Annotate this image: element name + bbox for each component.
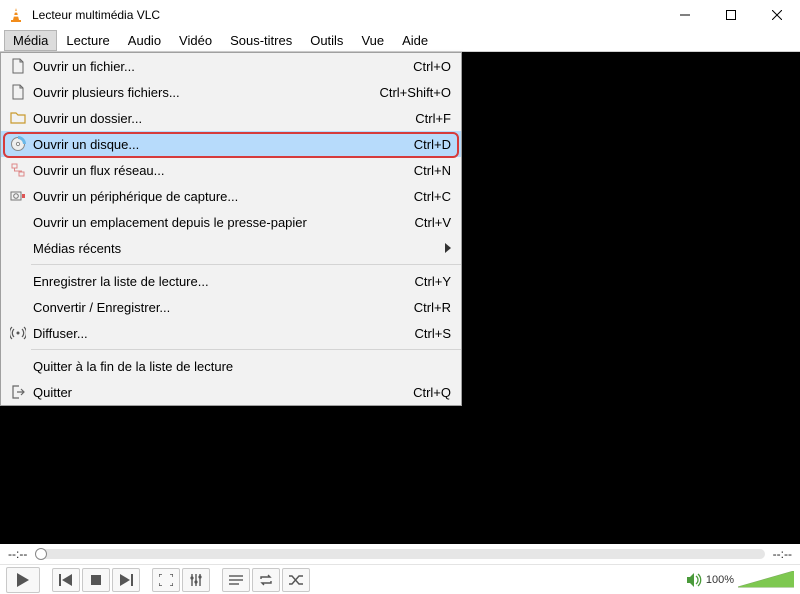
menuitem-shortcut: Ctrl+O (413, 59, 451, 74)
menu-separator (31, 264, 461, 265)
extended-settings-button[interactable] (182, 568, 210, 592)
menuitem-shortcut: Ctrl+N (414, 163, 451, 178)
menuitem-label: Ouvrir plusieurs fichiers... (29, 85, 379, 100)
titlebar: Lecteur multimédia VLC (0, 0, 800, 30)
capture-icon (7, 188, 29, 204)
menuitem-label: Ouvrir un disque... (29, 137, 414, 152)
volume-slider[interactable] (738, 571, 794, 589)
menuitem-label: Enregistrer la liste de lecture... (29, 274, 415, 289)
menu-media[interactable]: Média (4, 30, 57, 51)
seek-slider[interactable] (35, 549, 764, 559)
menuitem-label: Diffuser... (29, 326, 415, 341)
menuitem-open-capture-device[interactable]: Ouvrir un périphérique de capture... Ctr… (1, 183, 461, 209)
menuitem-open-file[interactable]: Ouvrir un fichier... Ctrl+O (1, 53, 461, 79)
menu-sous-titres[interactable]: Sous-titres (221, 30, 301, 51)
quit-icon (7, 384, 29, 400)
menuitem-save-playlist[interactable]: Enregistrer la liste de lecture... Ctrl+… (1, 268, 461, 294)
menuitem-recent-media[interactable]: Médias récents (1, 235, 461, 261)
menuitem-label: Ouvrir un dossier... (29, 111, 415, 126)
network-icon (7, 162, 29, 178)
submenu-arrow-icon (445, 241, 451, 256)
menuitem-label: Quitter (29, 385, 413, 400)
controls: 100% (0, 564, 800, 594)
menuitem-label: Médias récents (29, 241, 451, 256)
menuitem-label: Quitter à la fin de la liste de lecture (29, 359, 451, 374)
menuitem-shortcut: Ctrl+C (414, 189, 451, 204)
menuitem-open-from-clipboard[interactable]: Ouvrir un emplacement depuis le presse-p… (1, 209, 461, 235)
menuitem-label: Ouvrir un flux réseau... (29, 163, 414, 178)
next-button[interactable] (112, 568, 140, 592)
folder-icon (7, 110, 29, 126)
menu-video[interactable]: Vidéo (170, 30, 221, 51)
menu-lecture[interactable]: Lecture (57, 30, 118, 51)
menuitem-open-multiple-files[interactable]: Ouvrir plusieurs fichiers... Ctrl+Shift+… (1, 79, 461, 105)
menuitem-open-folder[interactable]: Ouvrir un dossier... Ctrl+F (1, 105, 461, 131)
menuitem-shortcut: Ctrl+Q (413, 385, 451, 400)
menuitem-shortcut: Ctrl+Y (415, 274, 451, 289)
menuitem-open-disc[interactable]: Ouvrir un disque... Ctrl+D (1, 131, 461, 157)
menuitem-convert-save[interactable]: Convertir / Enregistrer... Ctrl+R (1, 294, 461, 320)
time-elapsed[interactable]: --:-- (8, 547, 27, 561)
menubar: Média Lecture Audio Vidéo Sous-titres Ou… (0, 30, 800, 52)
menu-audio[interactable]: Audio (119, 30, 170, 51)
menuitem-quit[interactable]: Quitter Ctrl+Q (1, 379, 461, 405)
menuitem-label: Convertir / Enregistrer... (29, 300, 414, 315)
menuitem-label: Ouvrir un fichier... (29, 59, 413, 74)
file-icon (7, 58, 29, 74)
loop-button[interactable] (252, 568, 280, 592)
menu-outils[interactable]: Outils (301, 30, 352, 51)
menuitem-shortcut: Ctrl+D (414, 137, 451, 152)
random-button[interactable] (282, 568, 310, 592)
menu-vue[interactable]: Vue (352, 30, 393, 51)
menuitem-shortcut: Ctrl+F (415, 111, 451, 126)
previous-button[interactable] (52, 568, 80, 592)
fullscreen-button[interactable] (152, 568, 180, 592)
menuitem-label: Ouvrir un périphérique de capture... (29, 189, 414, 204)
time-total[interactable]: --:-- (773, 547, 792, 561)
file-icon (7, 84, 29, 100)
disc-icon (7, 136, 29, 152)
menu-separator (31, 349, 461, 350)
menuitem-open-network-stream[interactable]: Ouvrir un flux réseau... Ctrl+N (1, 157, 461, 183)
window-title: Lecteur multimédia VLC (32, 8, 662, 22)
play-button[interactable] (6, 567, 40, 593)
minimize-button[interactable] (662, 0, 708, 30)
menuitem-quit-at-end[interactable]: Quitter à la fin de la liste de lecture (1, 353, 461, 379)
speaker-icon[interactable] (686, 573, 704, 587)
stop-button[interactable] (82, 568, 110, 592)
volume-text: 100% (706, 574, 734, 586)
seek-knob[interactable] (35, 548, 47, 560)
seekbar: --:-- --:-- (0, 544, 800, 564)
playlist-button[interactable] (222, 568, 250, 592)
menu-aide[interactable]: Aide (393, 30, 437, 51)
menuitem-shortcut: Ctrl+Shift+O (379, 85, 451, 100)
media-dropdown: Ouvrir un fichier... Ctrl+O Ouvrir plusi… (0, 52, 462, 406)
menuitem-label: Ouvrir un emplacement depuis le presse-p… (29, 215, 415, 230)
menuitem-shortcut: Ctrl+R (414, 300, 451, 315)
menuitem-stream[interactable]: Diffuser... Ctrl+S (1, 320, 461, 346)
menuitem-shortcut: Ctrl+V (415, 215, 451, 230)
close-button[interactable] (754, 0, 800, 30)
vlc-cone-icon (8, 7, 24, 23)
stream-icon (7, 325, 29, 341)
menuitem-shortcut: Ctrl+S (415, 326, 451, 341)
maximize-button[interactable] (708, 0, 754, 30)
